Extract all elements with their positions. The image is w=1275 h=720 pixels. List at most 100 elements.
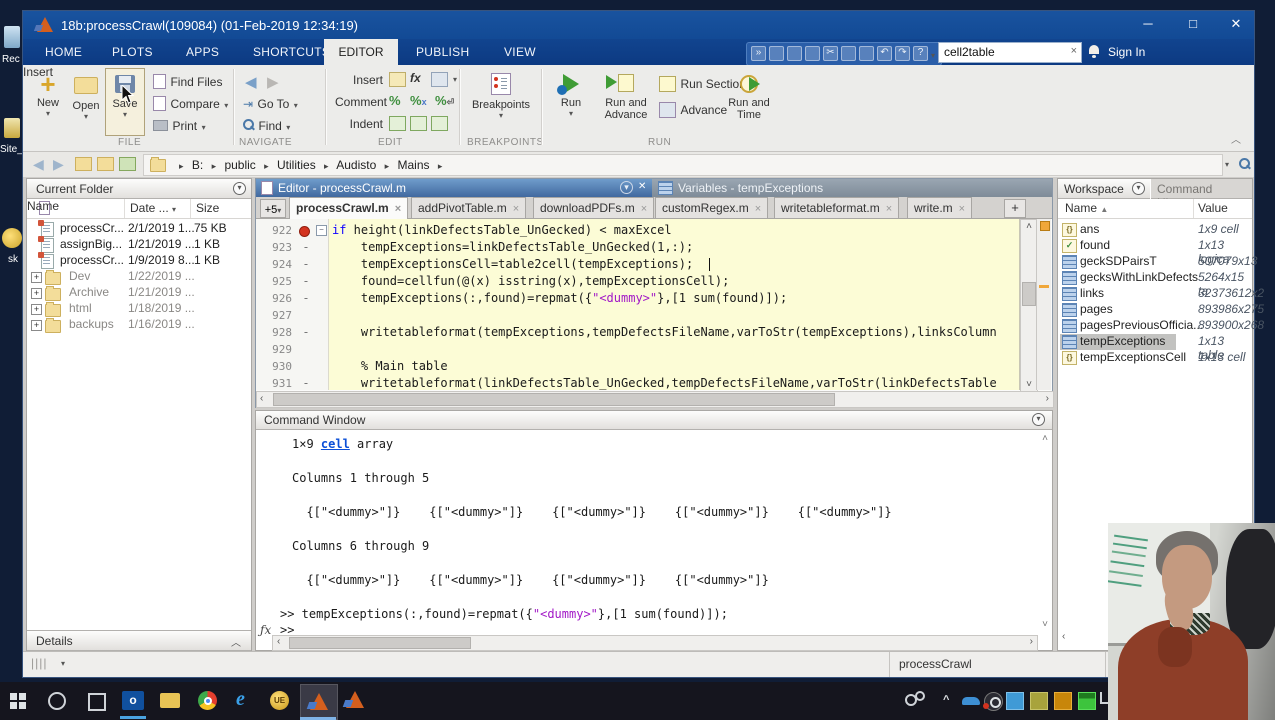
task-view-icon[interactable] xyxy=(88,693,106,711)
cmd-scroll-down-icon[interactable]: ˅ xyxy=(1042,619,1048,630)
workspace-tab[interactable]: Workspace ▾ xyxy=(1058,179,1150,199)
scroll-right-icon[interactable]: › xyxy=(1030,636,1033,647)
editor-panel-menu-icon[interactable]: ▾ xyxy=(620,181,633,194)
overflow-tabs-button[interactable]: +5▾ xyxy=(260,199,286,218)
goto-button[interactable]: ⇥ Go To ▾ xyxy=(243,95,298,113)
column-divider[interactable] xyxy=(1193,199,1194,218)
editor-tab[interactable]: processCrawl.m× xyxy=(289,197,408,219)
collapse-ribbon-icon[interactable]: ︿ xyxy=(1231,131,1241,146)
tab-plots[interactable]: PLOTS xyxy=(112,45,153,59)
help-icon[interactable]: ? xyxy=(913,46,928,61)
crumb-utilities[interactable]: Utilities xyxy=(277,158,316,172)
command-history-tab[interactable]: Command History xyxy=(1151,179,1252,199)
folder-cloud-icon[interactable] xyxy=(97,157,114,171)
smart-indent-icon[interactable] xyxy=(389,116,406,131)
wrap-comment-icon[interactable]: %⏎ xyxy=(435,93,454,108)
shortcut-favorites-icon[interactable]: » xyxy=(751,46,766,61)
back-button[interactable]: ◀ xyxy=(245,73,257,91)
breadcrumb-field[interactable]: ▸ B: ▸ public ▸ Utilities ▸ Audisto ▸ Ma… xyxy=(143,154,1223,176)
tab-close-icon[interactable]: × xyxy=(395,203,401,215)
indent-right-icon[interactable] xyxy=(410,116,427,131)
expand-icon[interactable]: + xyxy=(31,288,42,299)
code-area[interactable]: 922 − if height(linkDefectsTable_UnGecke… xyxy=(256,219,1020,390)
search-folder-icon[interactable] xyxy=(1239,158,1250,169)
editor-indicator-column[interactable] xyxy=(1036,219,1051,390)
desktop-icon-site[interactable]: Site_ xyxy=(0,118,24,166)
insert-block-icon[interactable] xyxy=(431,72,448,87)
editor-tab[interactable]: writetableformat.m× xyxy=(774,197,899,218)
copy-icon[interactable] xyxy=(841,46,856,61)
table-row[interactable]: processCr... 2/1/2019 1... 75 KB xyxy=(27,221,251,237)
cell-doc-link[interactable]: cell xyxy=(321,437,350,451)
collapse-details-icon[interactable]: ︿ xyxy=(231,634,241,649)
table-row[interactable]: assignBig... 1/21/2019 ... 1 KB xyxy=(27,237,251,253)
breakpoints-button[interactable]: Breakpoints ▾ xyxy=(467,71,535,133)
new-tab-button[interactable]: + xyxy=(1004,199,1026,218)
find-button[interactable]: Find ▾ xyxy=(243,117,290,135)
panel-menu-icon[interactable]: ▾ xyxy=(233,182,246,195)
indicator-warning-icon[interactable] xyxy=(1040,221,1050,231)
line-number[interactable]: 924 xyxy=(256,256,292,273)
internet-explorer-icon[interactable]: e xyxy=(236,688,245,711)
tab-home[interactable]: HOME xyxy=(45,45,82,59)
details-bar[interactable]: Details ︿ xyxy=(27,630,251,651)
table-row[interactable]: processCr... 1/9/2019 8... 1 KB xyxy=(27,253,251,269)
table-row[interactable]: links 32373612x2 xyxy=(1058,286,1252,302)
line-number[interactable]: 929 xyxy=(256,341,292,358)
nav-forward-icon[interactable]: ▶ xyxy=(53,156,64,173)
editor-tab[interactable]: customRegex.m× xyxy=(655,197,768,218)
tab-close-icon[interactable]: × xyxy=(959,203,965,215)
variables-title-bar[interactable]: Variables - tempExceptions xyxy=(652,179,1052,197)
sign-in-link[interactable]: Sign In xyxy=(1108,45,1145,59)
advance-button[interactable]: Advance xyxy=(659,101,727,119)
expand-icon[interactable]: + xyxy=(31,272,42,283)
layout-bars-icon[interactable]: |||| xyxy=(31,656,47,670)
current-folder-header[interactable]: Current Folder ▾ xyxy=(27,179,251,199)
table-row[interactable]: {} ans 1x9 cell xyxy=(1058,222,1252,238)
fold-icon[interactable]: − xyxy=(316,225,327,236)
outlook-icon[interactable]: o xyxy=(122,691,144,710)
hscroll-thumb[interactable] xyxy=(273,393,835,406)
line-number[interactable]: 931 xyxy=(256,375,292,390)
file-explorer-icon[interactable] xyxy=(160,693,180,708)
bell-icon[interactable] xyxy=(1089,45,1099,54)
editor-hscrollbar[interactable]: ‹ › xyxy=(256,391,1054,408)
tray-expand-icon[interactable]: ^ xyxy=(943,694,949,706)
editor-close-icon[interactable]: ✕ xyxy=(638,181,646,192)
doc-search-box[interactable]: cell2table × xyxy=(938,42,1082,63)
tab-apps[interactable]: APPS xyxy=(186,45,219,59)
line-number[interactable]: 925 xyxy=(256,273,292,290)
editor-tab[interactable]: downloadPDFs.m× xyxy=(533,197,654,218)
table-row[interactable]: + Dev 1/22/2019 ... xyxy=(27,269,251,285)
breakpoint-icon[interactable] xyxy=(299,226,310,237)
scroll-left-icon[interactable]: ‹ xyxy=(260,393,263,404)
table-row[interactable]: pages 893986x275 xyxy=(1058,302,1252,318)
column-divider[interactable] xyxy=(124,199,125,218)
obs-icon[interactable] xyxy=(984,692,1003,711)
run-and-advance-button[interactable]: Run and Advance xyxy=(598,71,654,133)
tray-app-olive-icon[interactable] xyxy=(1030,692,1048,710)
redo-icon[interactable]: ↷ xyxy=(895,46,910,61)
desktop-icon-skype[interactable]: sk xyxy=(0,228,24,276)
uncomment-icon[interactable]: %x xyxy=(410,93,427,108)
crumb-public[interactable]: public xyxy=(224,158,255,172)
line-number[interactable]: 923 xyxy=(256,239,292,256)
tab-close-icon[interactable]: × xyxy=(886,203,892,215)
table-row[interactable]: + html 1/18/2019 ... xyxy=(27,301,251,317)
cortana-icon[interactable] xyxy=(48,692,66,710)
close-button[interactable]: ✕ xyxy=(1221,16,1251,32)
forward-button[interactable]: ▶ xyxy=(267,73,279,91)
clear-search-icon[interactable]: × xyxy=(1071,45,1077,57)
hscroll-thumb[interactable] xyxy=(289,637,471,649)
desktop-icon-recycle[interactable]: Rec xyxy=(0,26,24,72)
table-row[interactable]: geckSDPairsT 507079x13 xyxy=(1058,254,1252,270)
fx-icon[interactable]: ƒx xyxy=(260,623,271,637)
address-dropdown-icon[interactable]: ▾ xyxy=(1225,160,1229,169)
line-number[interactable]: 922 xyxy=(256,222,292,239)
search-input[interactable]: cell2table xyxy=(944,45,995,59)
folder-search-icon[interactable] xyxy=(119,157,136,171)
indicator-mark-icon[interactable] xyxy=(1039,285,1049,288)
folder-up-icon[interactable] xyxy=(75,157,92,171)
run-button[interactable]: Run ▾ xyxy=(551,71,591,133)
minimize-button[interactable]: ─ xyxy=(1133,16,1163,31)
